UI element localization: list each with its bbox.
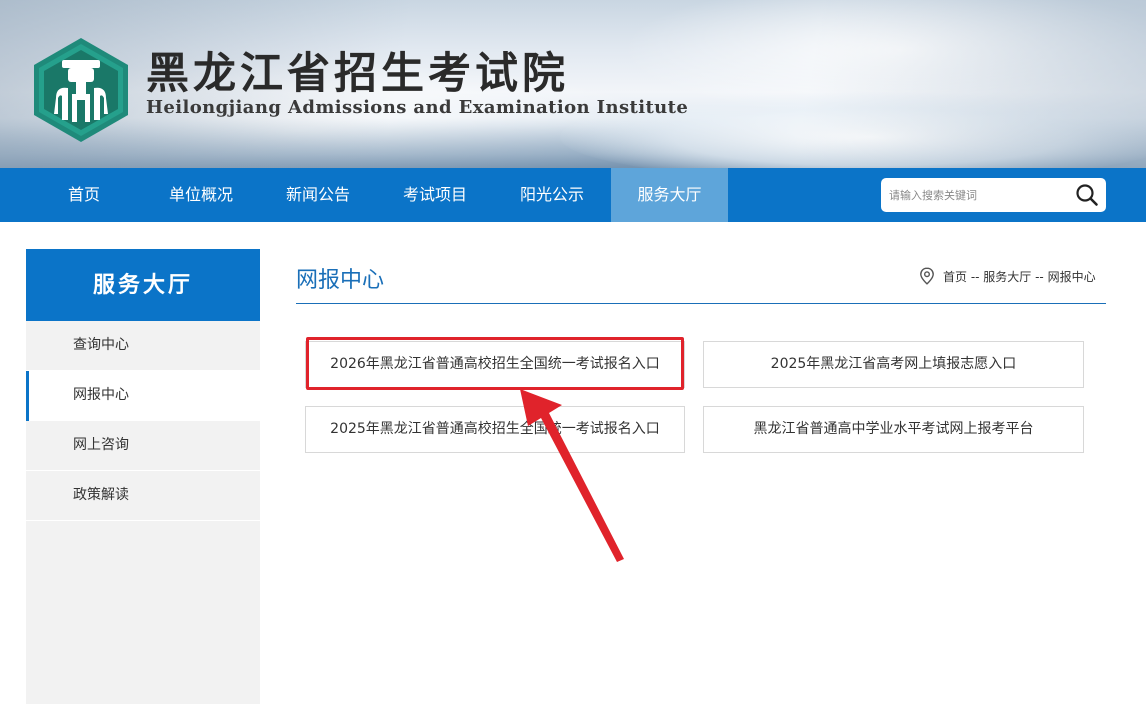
nav-item-about[interactable]: 单位概况 [154, 168, 248, 222]
nav-item-home[interactable]: 首页 [52, 168, 116, 222]
title-divider [296, 303, 1106, 304]
institute-logo-icon [34, 38, 128, 142]
entry-2026-gaokao-registration[interactable]: 2026年黑龙江省普通高校招生全国统一考试报名入口 [305, 341, 685, 388]
search-input[interactable] [889, 178, 1069, 212]
nav-item-news[interactable]: 新闻公告 [271, 168, 365, 222]
search-box [881, 178, 1106, 212]
entry-2025-gaokao-registration[interactable]: 2025年黑龙江省普通高校招生全国统一考试报名入口 [305, 406, 685, 453]
header-banner: 黑龙江省招生考试院 Heilongjiang Admissions and Ex… [0, 0, 1146, 168]
site-subtitle: Heilongjiang Admissions and Examination … [146, 97, 689, 118]
sidebar-title: 服务大厅 [26, 249, 260, 321]
main-nav: 首页 单位概况 新闻公告 考试项目 阳光公示 服务大厅 [0, 168, 1146, 222]
nav-item-exams[interactable]: 考试项目 [388, 168, 482, 222]
sidebar-item-online-consultation[interactable]: 网上咨询 [26, 421, 260, 471]
entry-academic-proficiency-platform[interactable]: 黑龙江省普通高中学业水平考试网上报考平台 [703, 406, 1084, 453]
nav-item-service-hall[interactable]: 服务大厅 [611, 168, 728, 222]
page-title: 网报中心 [296, 268, 385, 293]
sidebar-item-online-registration[interactable]: 网报中心 [26, 371, 260, 421]
site-title: 黑龙江省招生考试院 [146, 49, 569, 99]
nav-item-public[interactable]: 阳光公示 [505, 168, 599, 222]
location-pin-icon [920, 267, 934, 285]
entry-2025-volunteer-filling[interactable]: 2025年黑龙江省高考网上填报志愿入口 [703, 341, 1084, 388]
sidebar: 服务大厅 查询中心 网报中心 网上咨询 政策解读 [26, 249, 260, 704]
sidebar-item-policy-interpretation[interactable]: 政策解读 [26, 471, 260, 521]
breadcrumb-text[interactable]: 首页 -- 服务大厅 -- 网报中心 [943, 268, 1096, 285]
search-icon[interactable] [1074, 182, 1100, 208]
sidebar-item-query-center[interactable]: 查询中心 [26, 321, 260, 371]
